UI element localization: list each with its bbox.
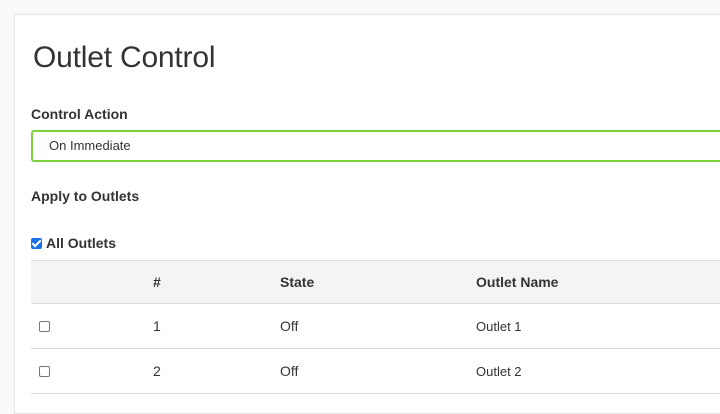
row-checkbox[interactable]	[39, 365, 50, 377]
control-action-label: Control Action	[31, 106, 128, 122]
row-outlet-name: Outlet 1	[476, 318, 522, 334]
all-outlets-option[interactable]: All Outlets	[31, 234, 116, 252]
table-row: 2 Off Outlet 2	[31, 349, 720, 394]
page-title: Outlet Control	[33, 41, 216, 74]
row-number: 1	[153, 318, 161, 334]
outlets-table: # State Outlet Name 1 Off Outlet 1 2 Off…	[31, 260, 720, 394]
header-outlet-name: Outlet Name	[476, 274, 559, 290]
row-select-cell	[39, 304, 50, 348]
control-action-value: On Immediate	[49, 138, 131, 153]
row-select-cell	[39, 349, 50, 393]
all-outlets-label: All Outlets	[46, 235, 117, 251]
control-action-select[interactable]: On Immediate	[31, 130, 720, 162]
header-number: #	[153, 274, 161, 290]
row-checkbox[interactable]	[39, 320, 50, 332]
apply-to-outlets-label: Apply to Outlets	[31, 188, 140, 204]
row-number: 2	[153, 363, 161, 379]
table-row: 1 Off Outlet 1	[31, 304, 720, 349]
header-state: State	[280, 274, 315, 290]
table-header: # State Outlet Name	[31, 260, 720, 304]
row-state: Off	[280, 318, 299, 334]
all-outlets-checkbox[interactable]	[31, 237, 42, 249]
outlet-control-panel: Outlet Control Control Action On Immedia…	[14, 14, 720, 414]
row-outlet-name: Outlet 2	[476, 363, 522, 379]
row-state: Off	[280, 363, 299, 379]
